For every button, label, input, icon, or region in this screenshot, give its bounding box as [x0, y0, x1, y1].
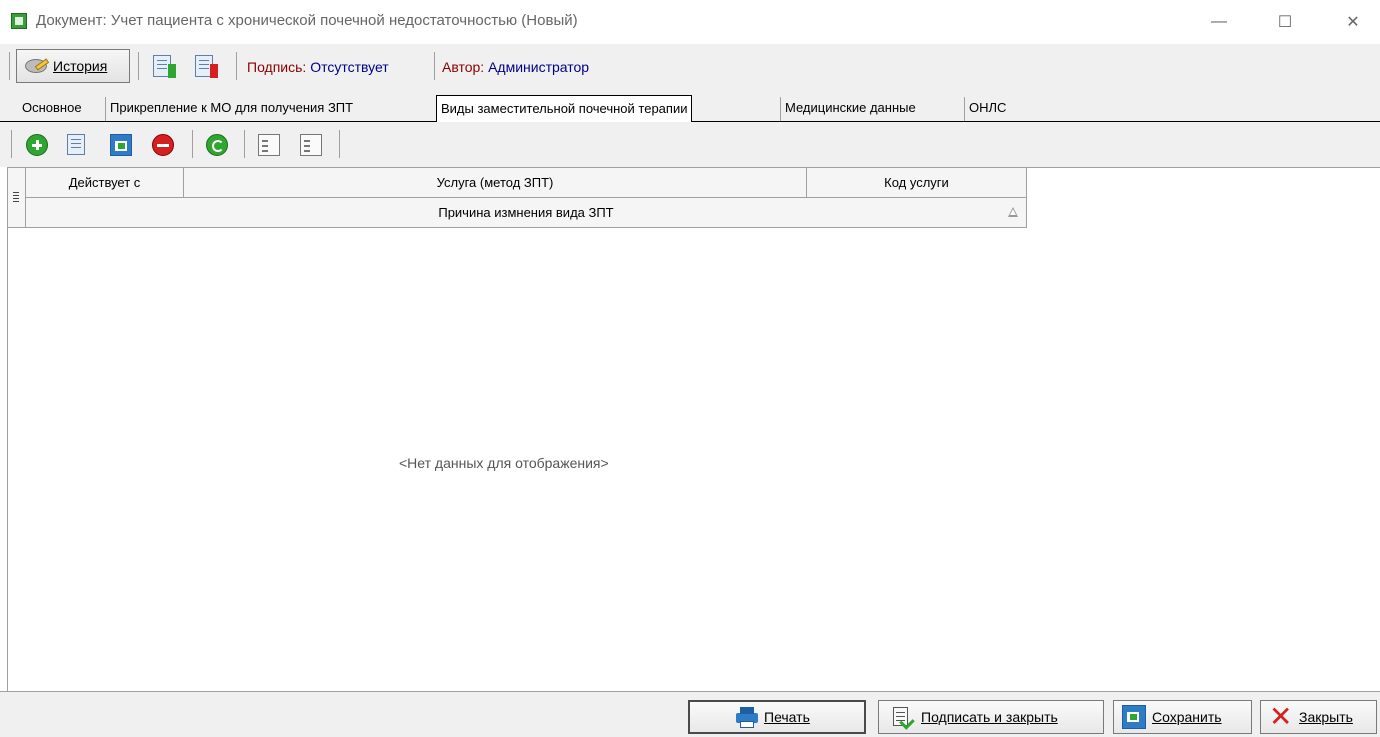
sign-document-icon[interactable] — [153, 55, 176, 78]
printer-icon — [734, 706, 758, 728]
tab-medical-data[interactable]: Медицинские данные — [780, 97, 920, 121]
document-toolbar: История Подпись: Отсутствует Автор: Адми… — [0, 44, 1380, 89]
column-header-start-date[interactable]: Действует с — [26, 168, 184, 198]
print-button[interactable]: Печать — [688, 700, 866, 734]
toolbar-separator — [138, 52, 139, 80]
tab-osnovnoe[interactable]: Основное — [18, 97, 86, 121]
signature-value: Отсутствует — [310, 59, 389, 75]
window-title: Документ: Учет пациента с хронической по… — [36, 12, 578, 29]
tab-attachment-mo[interactable]: Прикрепление к МО для получения ЗПТ — [105, 97, 357, 121]
save-button[interactable]: Сохранить — [1113, 700, 1252, 734]
toolbar-separator — [339, 130, 340, 158]
signature-key: Подпись: — [247, 59, 307, 75]
title-bar: Документ: Учет пациента с хронической по… — [0, 0, 1380, 44]
expand-tree-icon[interactable] — [258, 134, 280, 156]
zpt-grid[interactable]: Действует с Услуга (метод ЗПТ) Код услуг… — [7, 167, 1380, 691]
column-header-change-reason-label: Причина измнения вида ЗПТ — [438, 205, 614, 220]
edit-icon[interactable] — [67, 134, 85, 155]
sign-and-close-label: Подписать и закрыть — [921, 709, 1058, 725]
footer-bar: Печать Подписать и закрыть Сохранить ✕ З… — [0, 691, 1380, 737]
toolbar-separator — [236, 52, 237, 80]
grid-toolbar — [0, 122, 1380, 167]
sign-document-check-icon — [891, 706, 915, 730]
toolbar-separator — [9, 52, 10, 80]
toolbar-separator — [192, 130, 193, 158]
maximize-button[interactable]: ☐ — [1262, 6, 1308, 38]
collapse-tree-icon[interactable] — [300, 134, 322, 156]
tab-zpt-types[interactable]: Виды заместительной почечной терапии — [436, 95, 693, 122]
close-button-label: Закрыть — [1299, 709, 1353, 725]
print-button-label: Печать — [764, 709, 810, 725]
toolbar-separator — [11, 130, 12, 158]
signature-status: Подпись: Отсутствует — [247, 59, 389, 75]
save-disk-icon — [1122, 705, 1146, 729]
save-button-label: Сохранить — [1152, 709, 1222, 725]
history-icon — [25, 56, 50, 76]
sign-and-close-button[interactable]: Подписать и закрыть — [878, 700, 1104, 734]
history-button-label: История — [53, 58, 108, 74]
author-status: Автор: Администратор — [442, 59, 589, 75]
document-app-icon — [11, 13, 27, 29]
close-button[interactable]: ✕ Закрыть — [1260, 700, 1377, 734]
toolbar-separator — [244, 130, 245, 158]
close-x-icon: ✕ — [1269, 700, 1293, 733]
column-chooser-icon[interactable] — [8, 168, 26, 228]
refresh-icon[interactable] — [206, 134, 228, 156]
tab-onls[interactable]: ОНЛС — [964, 97, 1010, 121]
close-window-button[interactable]: ✕ — [1330, 6, 1376, 38]
author-value: Администратор — [488, 59, 590, 75]
save-icon[interactable] — [110, 134, 132, 156]
sort-ascending-icon — [1008, 207, 1018, 217]
author-key: Автор: — [442, 59, 485, 75]
unsign-document-icon[interactable] — [195, 55, 218, 78]
history-button[interactable]: История — [16, 49, 130, 83]
minimize-button[interactable]: — — [1196, 6, 1242, 38]
empty-grid-message: <Нет данных для отображения> — [399, 455, 609, 471]
toolbar-separator — [434, 52, 435, 80]
column-header-service[interactable]: Услуга (метод ЗПТ) — [184, 168, 807, 198]
delete-icon[interactable] — [152, 134, 174, 156]
tab-strip: Основное Прикрепление к МО для получения… — [0, 89, 1380, 122]
column-header-change-reason[interactable]: Причина измнения вида ЗПТ — [26, 198, 1027, 228]
column-header-service-code[interactable]: Код услуги — [807, 168, 1027, 198]
add-icon[interactable] — [26, 134, 48, 156]
